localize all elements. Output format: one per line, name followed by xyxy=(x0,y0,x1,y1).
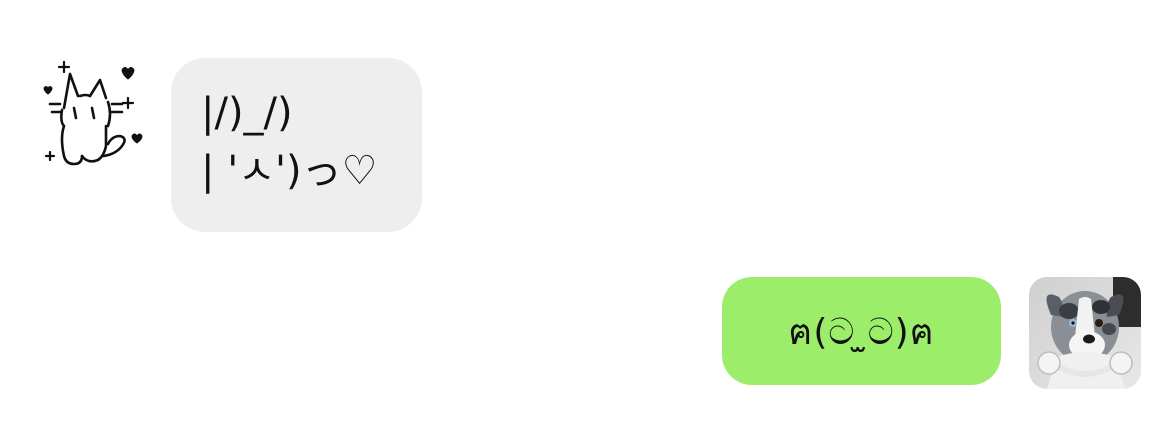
outgoing-message-bubble[interactable]: ฅ(ට ̫ට)ฅ xyxy=(722,277,1001,385)
sender-avatar-dog[interactable] xyxy=(1029,277,1141,389)
message-line: | 'ㅅ')っ♡ xyxy=(201,148,378,194)
sender-avatar-cat[interactable] xyxy=(36,56,148,172)
incoming-message-bubble[interactable]: |/)_/) | 'ㅅ')っ♡ xyxy=(171,58,422,232)
message-line: |/)_/) xyxy=(201,90,293,136)
message-text: ฅ(ට ̫ට)ฅ xyxy=(788,311,935,353)
